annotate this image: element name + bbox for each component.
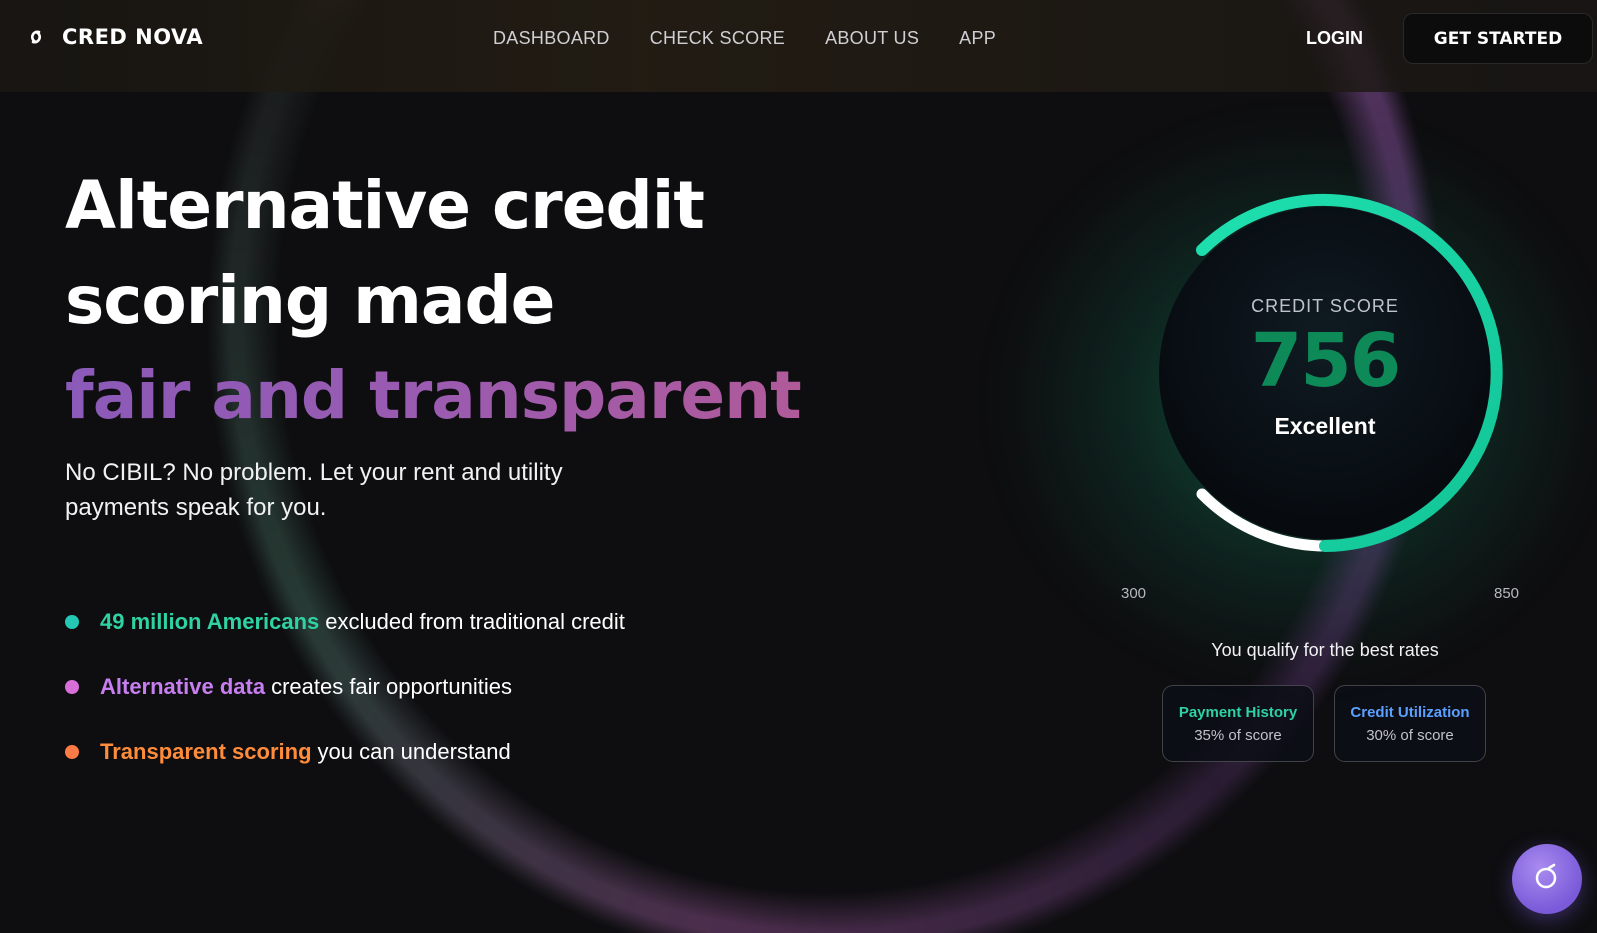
nav-check-score[interactable]: CHECK SCORE (650, 28, 785, 49)
feature-item: Transparent scoring you can understand (65, 737, 625, 767)
feature-highlight: Transparent scoring (100, 739, 312, 764)
feature-item: 49 million Americans excluded from tradi… (65, 607, 625, 637)
feature-list: 49 million Americans excluded from tradi… (65, 607, 625, 802)
qualify-text: You qualify for the best rates (1211, 640, 1439, 660)
hero-subtitle: No CIBIL? No problem. Let your rent and … (65, 459, 563, 521)
feature-item: Alternative data creates fair opportunit… (65, 672, 625, 702)
logo-mark-icon (26, 27, 46, 47)
feature-text: excluded from traditional credit (325, 609, 625, 634)
score-range-min: 300 (1121, 585, 1147, 602)
chat-bubble-icon (1532, 862, 1562, 897)
login-button[interactable]: LOGIN (1306, 28, 1363, 49)
credit-score-label: CREDIT SCORE (1251, 296, 1399, 316)
bullet-dot (65, 680, 79, 694)
brand[interactable]: CRED NOVA (26, 25, 203, 49)
nav-dashboard[interactable]: DASHBOARD (493, 28, 610, 49)
credit-score-rating: Excellent (1274, 413, 1376, 439)
factor-card-payment-history[interactable]: Payment History 35% of score (1162, 685, 1314, 762)
factor-weight: 30% of score (1366, 726, 1454, 744)
feature-text: you can understand (317, 739, 511, 764)
headline-line-1: Alternative credit (65, 167, 705, 244)
score-range-max: 850 (1494, 585, 1520, 602)
feature-highlight: Alternative data (100, 674, 266, 699)
factor-name: Payment History (1178, 703, 1298, 721)
gauge-base-arc (1196, 488, 1331, 552)
factor-weight: 35% of score (1194, 726, 1282, 744)
main-nav: DASHBOARD CHECK SCORE ABOUT US APP (493, 28, 996, 49)
factor-name: Credit Utilization (1350, 703, 1470, 721)
get-started-button[interactable]: GET STARTED (1403, 13, 1593, 64)
factor-card-credit-utilization[interactable]: Credit Utilization 30% of score (1334, 685, 1486, 762)
hero-headline: Alternative credit scoring made fair and… (65, 158, 802, 443)
page: CRED NOVA DASHBOARD CHECK SCORE ABOUT US… (0, 0, 1597, 933)
bullet-dot (65, 745, 79, 759)
credit-score-value: 756 (1250, 318, 1401, 404)
headline-line-2: scoring made (65, 262, 555, 339)
credit-score-gauge: CREDIT SCORE 756 Excellent (1140, 188, 1510, 558)
brand-name: CRED NOVA (62, 25, 204, 49)
bullet-dot (65, 615, 79, 629)
nav-about-us[interactable]: ABOUT US (825, 28, 919, 49)
top-bar: CRED NOVA DASHBOARD CHECK SCORE ABOUT US… (0, 0, 1597, 92)
feature-highlight: 49 million Americans (100, 609, 320, 634)
nav-app[interactable]: APP (959, 28, 996, 49)
feature-text: creates fair opportunities (271, 674, 512, 699)
headline-line-3: fair and transparent (65, 348, 802, 443)
chat-fab-button[interactable] (1512, 844, 1582, 914)
